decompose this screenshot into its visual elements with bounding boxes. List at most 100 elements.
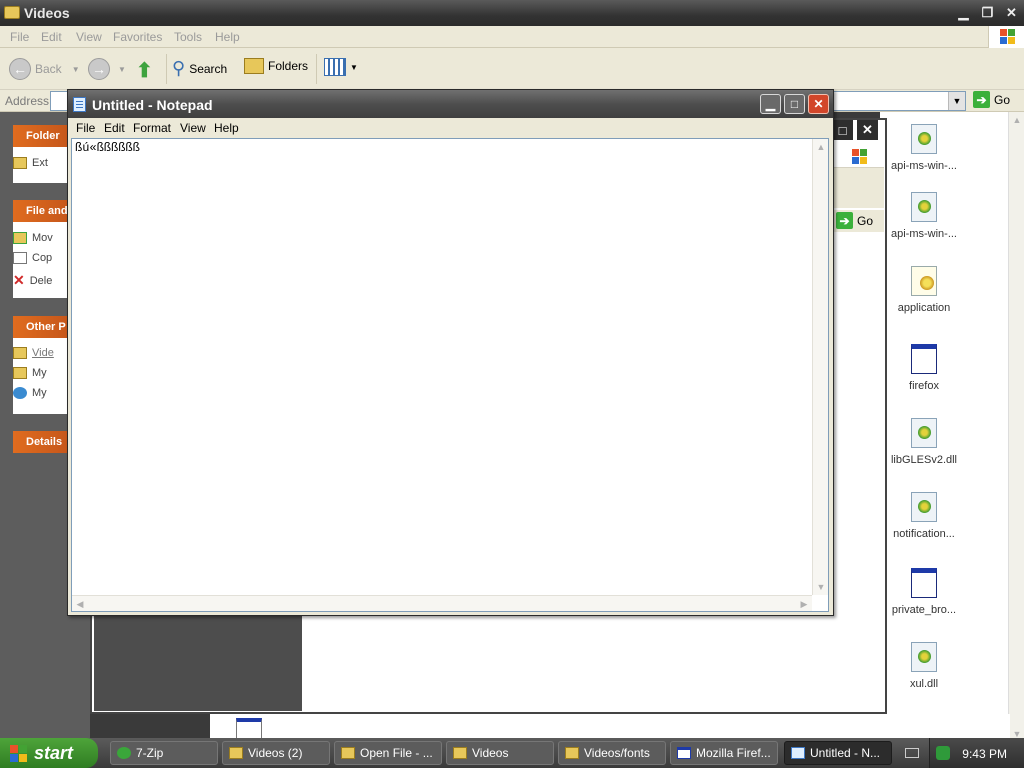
maximize-button[interactable]: □ [784, 94, 805, 114]
explorer-toolbar: ← Back ▼ → ▼ ⬆ ⚲ Search Folders ▼ [0, 48, 1024, 90]
file-item[interactable]: xul.dll [880, 642, 968, 690]
minimize-button[interactable]: ▁ [760, 94, 781, 114]
folder-task-item[interactable]: Ext [13, 157, 48, 169]
forward-arrow-icon: → [88, 58, 110, 80]
notepad-title-bar[interactable]: Untitled - Notepad ▁ □ ✕ [68, 90, 833, 118]
file-item[interactable]: firefox [880, 344, 968, 392]
dll-icon [911, 418, 937, 448]
file-item[interactable]: notification... [880, 492, 968, 540]
file-item[interactable]: api-ms-win-... [880, 124, 968, 172]
taskbar-button-label: Open File - ... [360, 746, 433, 760]
scroll-down-icon[interactable]: ▼ [813, 579, 829, 595]
my-documents-icon [13, 367, 27, 379]
folder-tasks-header[interactable]: Folder [13, 125, 73, 147]
menu-file[interactable]: File [10, 30, 29, 44]
taskbar-button-videos-group[interactable]: Videos (2) [222, 741, 330, 765]
file-task-move[interactable]: Mov [13, 232, 53, 244]
folder-icon [565, 747, 579, 759]
up-folder-icon: ⬆ [136, 60, 153, 82]
copy-icon [13, 252, 27, 264]
menu-view[interactable]: View [76, 30, 102, 44]
details-header[interactable]: Details [13, 431, 73, 453]
file-label: xul.dll [909, 678, 939, 690]
menu-help[interactable]: Help [215, 30, 240, 44]
views-icon [324, 58, 346, 76]
notepad-horizontal-scrollbar[interactable]: ◀ ▶ [72, 595, 812, 611]
menu-format[interactable]: Format [133, 121, 171, 135]
close-button[interactable]: ✕ [1001, 3, 1022, 22]
folders-label: Folders [268, 59, 309, 73]
folder-icon [453, 747, 467, 759]
network-tray-icon[interactable] [936, 746, 950, 760]
other-place-my-documents[interactable]: My [13, 367, 47, 379]
scroll-left-icon[interactable]: ◀ [72, 596, 88, 612]
scroll-right-icon[interactable]: ▶ [796, 596, 812, 612]
scroll-up-icon[interactable]: ▲ [1009, 112, 1024, 128]
folder-icon [4, 6, 20, 19]
address-dropdown-icon[interactable]: ▼ [948, 92, 965, 110]
minimize-button[interactable]: ▁ [953, 3, 974, 22]
menu-view[interactable]: View [180, 121, 206, 135]
notepad-title: Untitled - Notepad [92, 97, 213, 113]
other-place-videos[interactable]: Vide [13, 347, 54, 359]
menu-tools[interactable]: Tools [174, 30, 202, 44]
go-button[interactable]: ➔ Go [973, 91, 1010, 108]
go-button[interactable]: ➔ Go [836, 212, 873, 229]
other-places-header[interactable]: Other P [13, 316, 73, 338]
taskbar-button-videos-fonts[interactable]: Videos/fonts [558, 741, 666, 765]
notepad-text-area[interactable]: ßú«ßßßßßß ▲ ▼ ◀ ▶ [71, 138, 829, 612]
go-arrow-icon: ➔ [836, 212, 853, 229]
views-button[interactable]: ▼ [324, 58, 358, 76]
maximize-button[interactable]: □ [832, 120, 853, 140]
taskbar-button-7zip[interactable]: 7-Zip [110, 741, 218, 765]
taskbar-button-notepad[interactable]: Untitled - N... [784, 741, 892, 765]
menu-edit[interactable]: Edit [104, 121, 125, 135]
address-label: Address [5, 94, 50, 108]
taskbar-button-firefox[interactable]: Mozilla Firef... [670, 741, 778, 765]
close-button[interactable]: ✕ [857, 120, 878, 140]
file-item[interactable]: private_bro... [880, 568, 968, 616]
back-label: Back [35, 62, 62, 76]
chevron-down-icon[interactable]: ▼ [72, 65, 80, 74]
clock[interactable]: 9:43 PM [962, 747, 1007, 761]
scroll-up-icon[interactable]: ▲ [813, 139, 829, 155]
start-label: start [34, 742, 74, 763]
up-folder-button[interactable]: ⬆ [136, 58, 153, 83]
go-label: Go [857, 213, 874, 228]
search-button[interactable]: ⚲ Search [172, 58, 227, 79]
dll-icon [911, 642, 937, 672]
chevron-down-icon[interactable]: ▼ [118, 65, 126, 74]
menu-help[interactable]: Help [214, 121, 239, 135]
close-button[interactable]: ✕ [808, 94, 829, 114]
menu-favorites[interactable]: Favorites [113, 30, 162, 44]
other-place-my-network[interactable]: My [13, 387, 47, 399]
folders-button[interactable]: Folders [244, 58, 308, 74]
file-list-scrollbar[interactable]: ▲ ▼ [1008, 112, 1024, 742]
search-label: Search [189, 61, 228, 76]
forward-button[interactable]: → ▼ [88, 58, 126, 80]
taskbar-button-label: Untitled - N... [810, 746, 881, 760]
file-task-copy[interactable]: Cop [13, 252, 52, 264]
taskbar-button-open-file[interactable]: Open File - ... [334, 741, 442, 765]
restore-button[interactable]: ❐ [977, 3, 998, 22]
windows-logo-icon [988, 26, 1024, 48]
keyboard-icon[interactable] [905, 748, 919, 758]
explorer-title: Videos [24, 5, 70, 21]
menu-edit[interactable]: Edit [41, 30, 62, 44]
file-item[interactable]: libGLESv2.dll [880, 418, 968, 466]
file-task-delete[interactable]: ✕ Dele [13, 272, 52, 289]
second-window-pane [94, 615, 302, 711]
menu-file[interactable]: File [76, 121, 95, 135]
folder-icon [13, 157, 27, 169]
file-item[interactable]: application [880, 266, 968, 314]
file-tasks-header[interactable]: File and [13, 200, 73, 222]
back-button[interactable]: ← Back ▼ [9, 58, 80, 80]
start-button[interactable]: start [0, 738, 98, 768]
app-window-icon [677, 747, 691, 759]
folders-icon [244, 58, 264, 74]
file-item[interactable]: api-ms-win-... [880, 192, 968, 240]
notepad-vertical-scrollbar[interactable]: ▲ ▼ [812, 139, 828, 595]
file-label: api-ms-win-... [890, 160, 957, 172]
explorer-title-bar[interactable]: Videos ▁ ❐ ✕ [0, 0, 1024, 26]
taskbar-button-videos[interactable]: Videos [446, 741, 554, 765]
